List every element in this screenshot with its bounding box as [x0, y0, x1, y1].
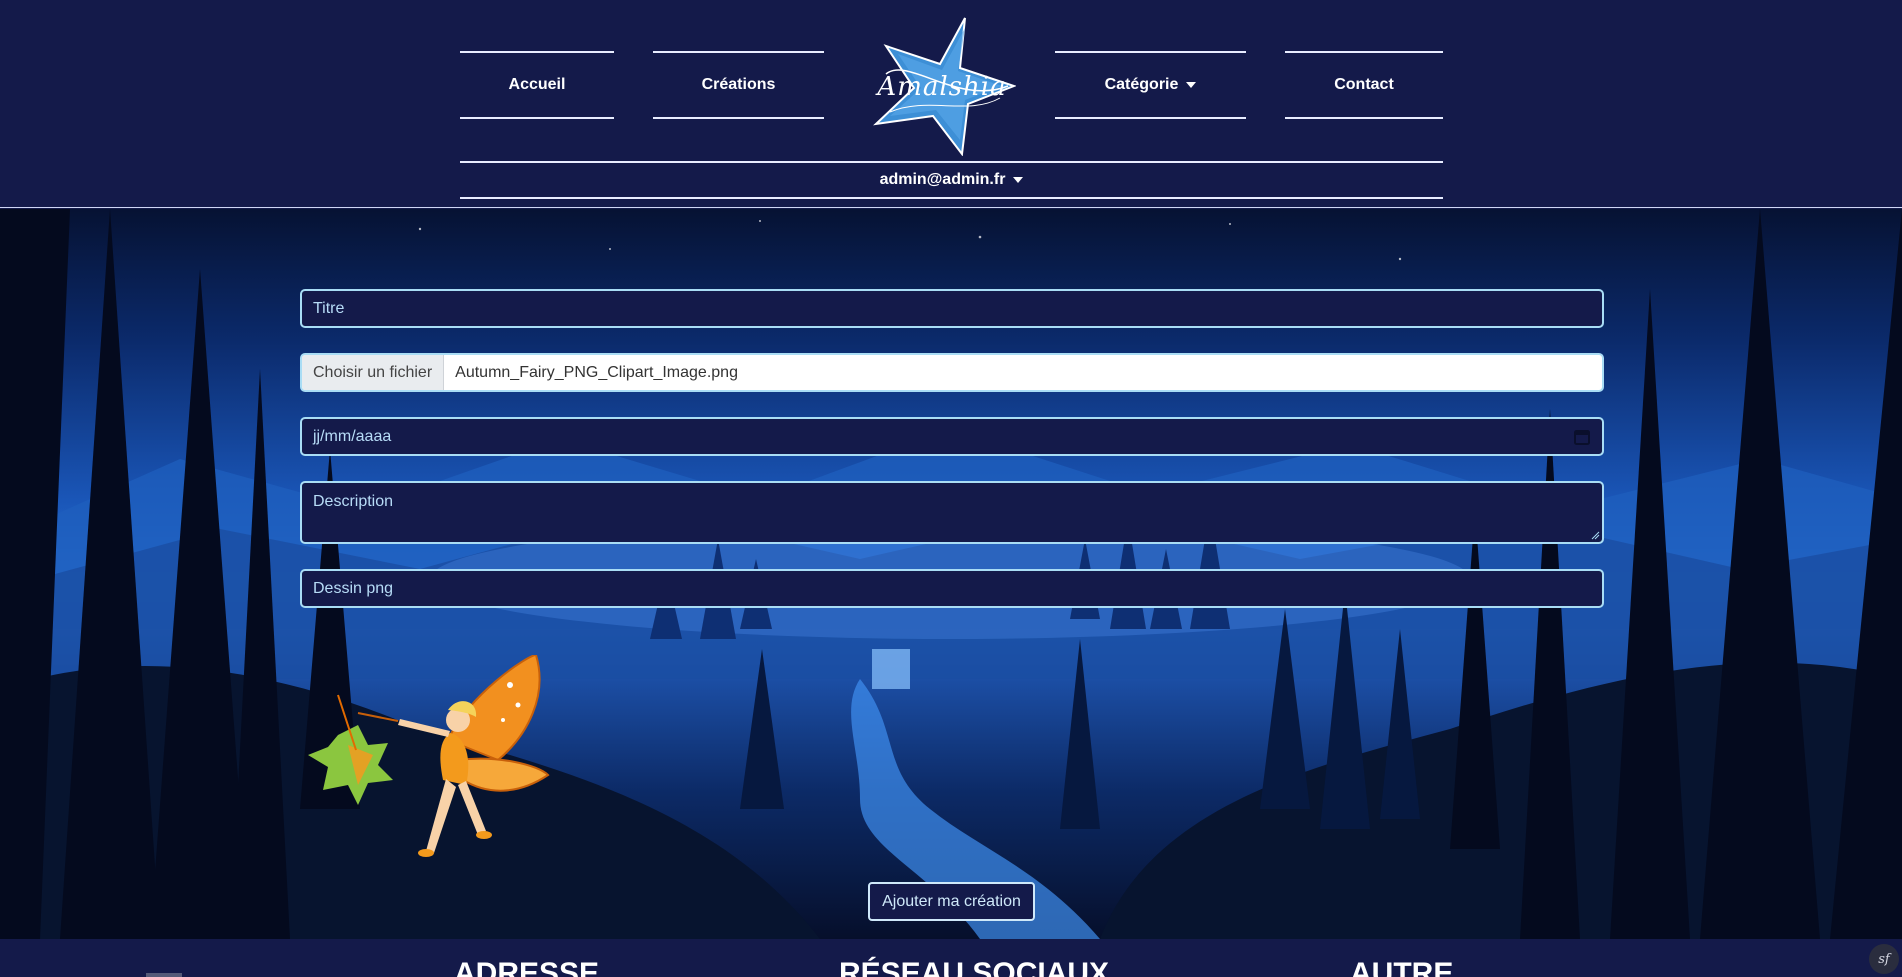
- nav-categorie-label: Catégorie: [1104, 76, 1179, 93]
- submit-button[interactable]: Ajouter ma création: [868, 882, 1035, 921]
- nav-contact-label: Contact: [1334, 76, 1394, 93]
- footer-heading-adresse: ADRESSE: [454, 957, 600, 977]
- nav-creations[interactable]: Créations: [653, 51, 824, 119]
- logo-text: Amalshia: [877, 72, 1007, 102]
- nav-categorie-dropdown[interactable]: Catégorie: [1055, 51, 1246, 119]
- user-email: admin@admin.fr: [879, 171, 1006, 188]
- site-header: Accueil Créations Amalshia Catégorie Con…: [0, 0, 1902, 208]
- nav-accueil-label: Accueil: [508, 76, 566, 93]
- dessin-placeholder: Dessin png: [313, 579, 394, 597]
- titre-placeholder: Titre: [313, 299, 345, 317]
- description-placeholder: Description: [313, 493, 394, 510]
- footer-heading-reseaux: RÉSEAU SOCIAUX: [839, 957, 1110, 977]
- dessin-input[interactable]: Dessin png: [300, 569, 1604, 608]
- date-placeholder: jj/mm/aaaa: [313, 427, 392, 445]
- site-footer: ADRESSE RÉSEAU SOCIAUX AUTRE: [0, 939, 1902, 977]
- user-menu-dropdown[interactable]: admin@admin.fr: [460, 161, 1443, 199]
- symfony-label: sf: [1878, 951, 1890, 967]
- caret-down-icon: [1013, 177, 1024, 183]
- file-input[interactable]: Choisir un fichier Autumn_Fairy_PNG_Clip…: [300, 353, 1604, 392]
- description-textarea[interactable]: Description: [300, 481, 1604, 544]
- symfony-icon[interactable]: sf: [1869, 944, 1899, 974]
- fairy-preview-image: [308, 655, 550, 857]
- nav-contact[interactable]: Contact: [1285, 51, 1443, 119]
- calendar-icon[interactable]: [1573, 428, 1591, 446]
- footer-logo-fragment: [146, 973, 182, 977]
- file-name: Autumn_Fairy_PNG_Clipart_Image.png: [455, 363, 738, 381]
- titre-input[interactable]: Titre: [300, 289, 1604, 328]
- nav-accueil[interactable]: Accueil: [460, 51, 614, 119]
- site-logo[interactable]: Amalshia: [868, 16, 1017, 157]
- resize-handle-icon[interactable]: [1590, 530, 1600, 540]
- footer-heading-autre: AUTRE: [1350, 957, 1454, 977]
- caret-down-icon: [1186, 82, 1197, 88]
- date-input[interactable]: jj/mm/aaaa: [300, 417, 1604, 456]
- choose-file-button[interactable]: Choisir un fichier: [302, 355, 445, 390]
- nav-creations-label: Créations: [701, 76, 776, 93]
